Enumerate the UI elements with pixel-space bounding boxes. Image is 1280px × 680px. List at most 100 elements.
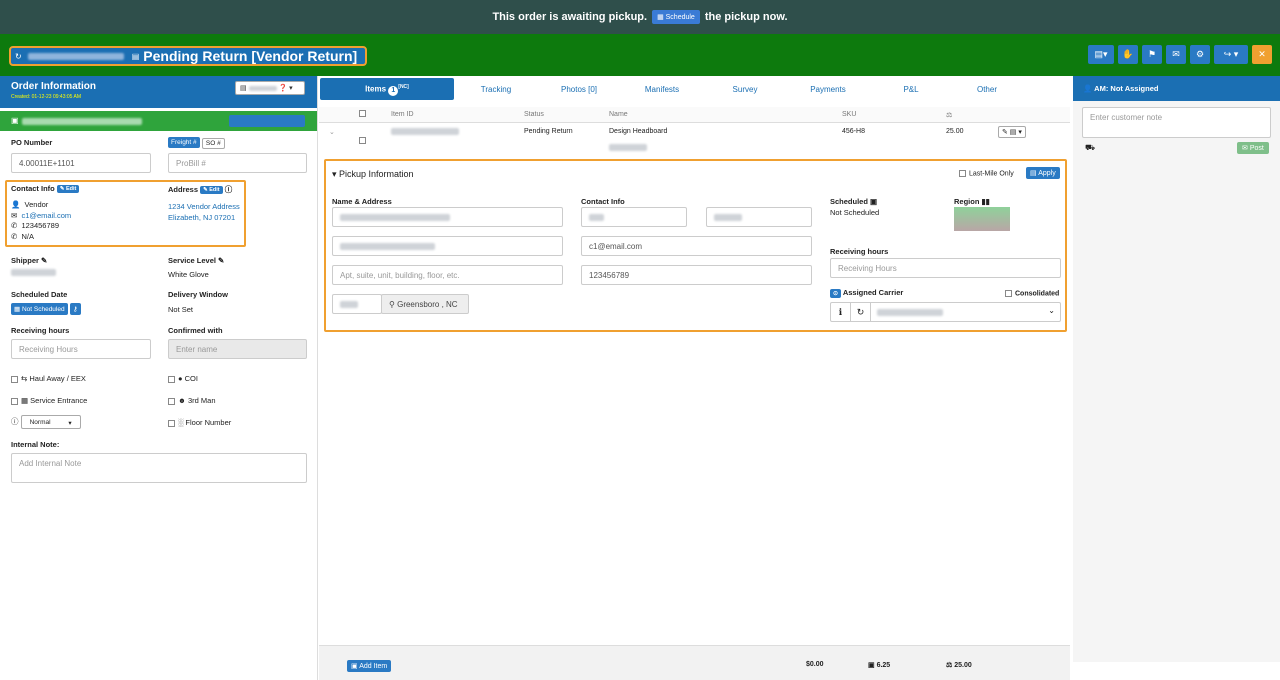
pickup-zip-input[interactable] (332, 294, 382, 314)
pickup-suite-input[interactable]: Apt, suite, unit, building, floor, etc. (332, 265, 563, 285)
priority-select[interactable]: Normal ▾ (20, 415, 81, 429)
pickup-banner: This order is awaiting pickup. ▦ Schedul… (0, 0, 1280, 34)
tab-survey[interactable]: Survey (705, 85, 785, 94)
page-title: Pending Return [Vendor Return] (143, 48, 358, 64)
address-line2[interactable]: Elizabeth, NJ 07201 (168, 213, 235, 222)
gear-icon[interactable]: ⚙ (1190, 45, 1210, 64)
mail-icon[interactable]: ✉ (1166, 45, 1186, 64)
contact-phone: ✆ 123456789 (11, 221, 59, 230)
tab-tracking[interactable]: Tracking (456, 85, 536, 94)
delivery-window-label: Delivery Window (168, 290, 228, 299)
plus-icon[interactable]: ▣ (11, 116, 19, 125)
truck-icon: ⛟ (1085, 143, 1096, 152)
tab-pl[interactable]: P&L (871, 85, 951, 94)
consolidated-checkbox[interactable]: Consolidated (1005, 290, 1059, 297)
receiving-hours-label: Receiving hours (830, 247, 889, 256)
pickup-name-input[interactable] (332, 207, 563, 227)
address-edit-button[interactable]: ✎ Edit (200, 186, 223, 195)
order-info-panel: Order Information Created: 01-12-23 09:4… (0, 76, 318, 680)
apply-button[interactable]: ▤ Apply (1026, 167, 1060, 179)
item-weight: 25.00 (946, 128, 964, 135)
refresh-icon[interactable]: ↻ (15, 52, 22, 61)
last-mile-checkbox[interactable]: Last-Mile Only (959, 170, 1014, 177)
add-item-button[interactable]: ▣ Add Item (347, 660, 392, 672)
chevron-down-icon[interactable]: ⌄ (1048, 306, 1055, 315)
service-entrance-checkbox[interactable]: ▦ Service Entrance (11, 396, 87, 405)
tab-payments[interactable]: Payments (788, 85, 868, 94)
receiving-hours-input[interactable]: Receiving Hours (11, 339, 151, 359)
route-menu-icon[interactable]: ↪ ▾ (1214, 45, 1248, 64)
pickup-contact-last[interactable] (706, 207, 812, 227)
status-button[interactable] (229, 115, 305, 127)
header-item-id: Item ID (391, 111, 414, 118)
weight-scale-icon: ⚖ (946, 112, 953, 119)
customer-note-input[interactable]: Enter customer note (1082, 107, 1271, 138)
info-icon[interactable]: ℹ (831, 303, 851, 321)
banner-text: This order is awaiting pickup. (492, 11, 648, 23)
confirmed-with-input[interactable]: Enter name (168, 339, 307, 359)
item-status: Pending Return (524, 128, 573, 135)
header-sku: SKU (842, 111, 857, 118)
contact-email[interactable]: ✉ c1@email.com (11, 211, 71, 220)
row-checkbox[interactable] (359, 137, 366, 144)
third-man-checkbox[interactable]: ☻ 3rd Man (168, 396, 216, 405)
receiving-hours-label: Receiving hours (11, 326, 70, 335)
banner-text-after: the pickup now. (704, 11, 788, 23)
close-icon[interactable]: ✕ (1252, 45, 1272, 64)
contact-type: 👤 Vendor (11, 200, 49, 209)
haul-away-checkbox[interactable]: ⇆ Haul Away / EEX (11, 374, 86, 383)
footer-weight: ⚖ 25.00 (946, 662, 972, 669)
coi-checkbox[interactable]: ● COI (168, 374, 198, 383)
flag-icon[interactable]: ⚑ (1142, 45, 1162, 64)
pickup-address-input[interactable] (332, 236, 563, 256)
shipper-value (11, 269, 56, 276)
pickup-title[interactable]: ▾ Pickup Information (332, 169, 414, 180)
pickup-contact-first[interactable] (581, 207, 687, 227)
carrier-select[interactable] (877, 308, 943, 317)
contact-info-label: Contact Info (581, 197, 625, 206)
contact-alt-phone: ✆ N/A (11, 232, 34, 241)
internal-note-input[interactable]: Add Internal Note (11, 453, 307, 483)
pickup-email-input[interactable]: c1@email.com (581, 236, 812, 256)
name-address-label: Name & Address (332, 197, 392, 206)
floor-number-checkbox[interactable]: ░ Floor Number (168, 418, 231, 427)
order-title-box: ↻ ▤ Pending Return [Vendor Return] (9, 46, 367, 66)
refresh-icon[interactable]: ↻ (851, 303, 871, 321)
address-line1[interactable]: 1234 Vendor Address (168, 202, 240, 211)
contact-info-label: Contact Info ✎ Edit (11, 184, 80, 194)
tab-items[interactable]: Items 1 [NC] (320, 78, 454, 100)
internal-note-label: Internal Note: (11, 440, 60, 449)
key-button[interactable]: ⚷ (69, 303, 81, 315)
tab-manifests[interactable]: Manifests (622, 85, 702, 94)
edit-icon[interactable]: ✎ (218, 256, 224, 265)
edit-icon[interactable]: ✎ (41, 256, 47, 265)
post-button[interactable]: ✉ Post (1237, 142, 1269, 154)
carrier-select-group: ℹ ↻ ⌄ (830, 302, 1061, 322)
chevron-down-icon[interactable]: ⌄ (329, 128, 335, 136)
tab-photos[interactable]: Photos [0] (539, 85, 619, 94)
not-scheduled-button[interactable]: ▦ Not Scheduled (11, 303, 68, 315)
order-action-select[interactable]: ▤ ❓ ▾ (235, 81, 305, 95)
order-info-header: Order Information Created: 01-12-23 09:4… (0, 76, 317, 108)
copy-icon[interactable]: ▤ (132, 52, 140, 61)
tab-other[interactable]: Other (947, 85, 1027, 94)
service-level-label: Service Level ✎ (168, 256, 225, 265)
contact-edit-button[interactable]: ✎ Edit (56, 185, 80, 194)
shipper-label: Shipper ✎ (11, 256, 48, 265)
confirmed-with-label: Confirmed with (168, 326, 223, 335)
scheduled-label: Scheduled ▣ (830, 197, 878, 206)
document-menu-icon[interactable]: ▤▾ (1088, 45, 1114, 64)
probill-input[interactable]: ProBill # (168, 153, 307, 173)
freight-button[interactable]: Freight # (168, 137, 200, 148)
po-number-input[interactable]: 4.00011E+1101 (11, 153, 151, 173)
so-button[interactable]: SO # (201, 137, 225, 149)
items-footer: ▣ Add Item $0.00 ▣ 6.25 ⚖ 25.00 (319, 645, 1070, 680)
hand-icon[interactable]: ✋ (1118, 45, 1138, 64)
select-all-checkbox[interactable] (359, 110, 366, 117)
scheduled-date-label: Scheduled Date (11, 290, 68, 299)
header-toolbar: ▤▾ ✋ ⚑ ✉ ⚙ ↪ ▾ ✕ (1088, 45, 1272, 64)
pickup-phone-input[interactable]: 123456789 (581, 265, 812, 285)
pickup-receiving-hours-input[interactable]: Receiving Hours (830, 258, 1061, 278)
schedule-button[interactable]: ▦ Schedule (652, 10, 700, 24)
row-actions[interactable]: ✎ ▤ ▾ (998, 126, 1026, 138)
